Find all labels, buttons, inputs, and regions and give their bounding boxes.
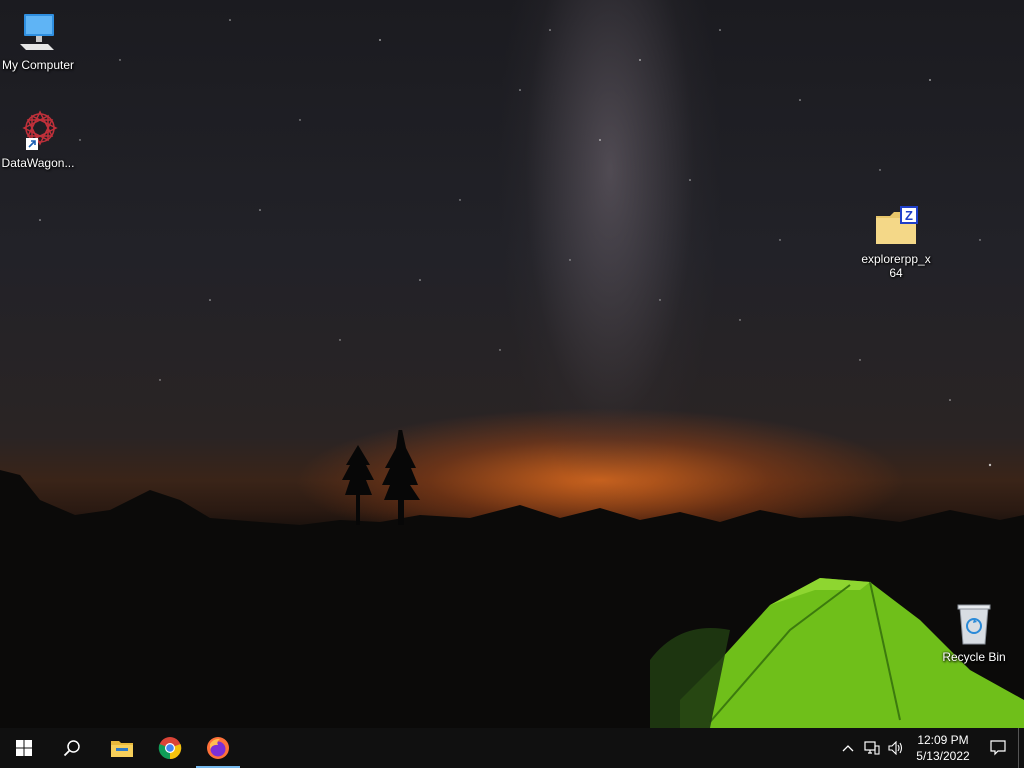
desktop-icon-datawagon[interactable]: DataWagon... <box>0 106 76 170</box>
notification-icon <box>990 740 1006 756</box>
monitor-icon <box>20 14 54 50</box>
desktop-icon-explorerpp[interactable]: Z explorerpp_x64 <box>858 202 934 280</box>
windows-start-icon <box>16 740 32 756</box>
system-tray: 12:09 PM 5/13/2022 <box>836 728 1024 768</box>
clock-time: 12:09 PM <box>917 733 969 747</box>
taskbar-firefox[interactable] <box>194 728 242 768</box>
taskbar: 12:09 PM 5/13/2022 <box>0 728 1024 768</box>
desktop-icon-my-computer[interactable]: My Computer <box>0 8 76 72</box>
chevron-up-icon <box>842 745 854 752</box>
desktop-icon-label: DataWagon... <box>1 156 75 170</box>
desktop-icon-label: explorerpp_x64 <box>861 252 931 280</box>
desktop-icon-recycle-bin[interactable]: Recycle Bin <box>936 600 1012 664</box>
show-hidden-icons-button[interactable] <box>836 728 860 768</box>
file-explorer-icon <box>111 741 133 757</box>
desktop-icon-label: My Computer <box>1 58 75 72</box>
volume-icon <box>888 741 903 755</box>
desktop-wallpaper <box>0 0 1024 728</box>
start-button[interactable] <box>0 728 48 768</box>
firefox-icon <box>207 737 229 759</box>
svg-text:Z: Z <box>905 208 913 223</box>
taskbar-clock[interactable]: 12:09 PM 5/13/2022 <box>908 732 978 764</box>
zip-folder-icon: Z <box>876 206 918 244</box>
desktop-icon-label: Recycle Bin <box>942 650 1006 664</box>
network-icon <box>864 741 880 755</box>
chrome-icon <box>158 737 182 760</box>
network-button[interactable] <box>860 728 884 768</box>
taskbar-chrome[interactable] <box>146 728 194 768</box>
datawagon-icon <box>22 110 58 150</box>
search-icon <box>63 740 80 757</box>
taskbar-file-explorer[interactable] <box>98 728 146 768</box>
search-button[interactable] <box>48 728 96 768</box>
volume-button[interactable] <box>884 728 908 768</box>
show-desktop-button[interactable] <box>1018 728 1024 768</box>
action-center-button[interactable] <box>978 728 1018 768</box>
clock-date: 5/13/2022 <box>916 749 970 763</box>
recycle-bin-icon <box>957 604 991 645</box>
